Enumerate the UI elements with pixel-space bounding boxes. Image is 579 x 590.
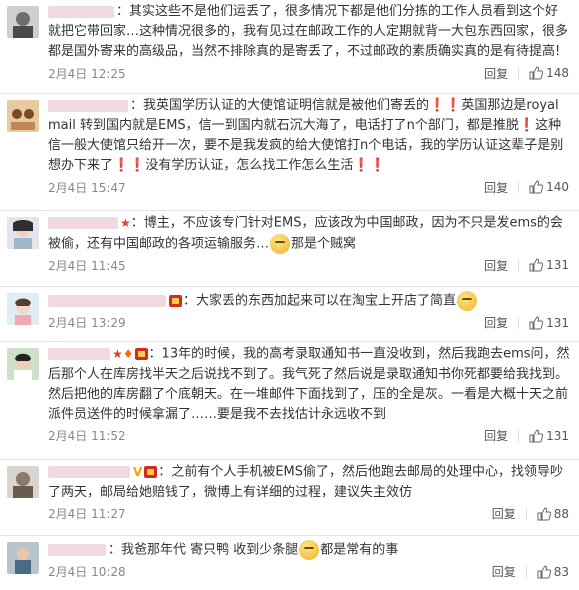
timestamp: 2月4日 10:28 <box>48 565 126 579</box>
comment-actions: 回复 131 <box>484 314 569 331</box>
reply-button[interactable]: 回复 <box>484 65 508 82</box>
comment-meta: 2月4日 12:25 回复 148 <box>48 62 579 84</box>
comment-actions: 回复 88 <box>492 505 569 522</box>
comment-item: ★：博主，不应该专门针对EMS，应该改为中国邮政，因为不只是发ems的会被偷，还… <box>0 211 579 287</box>
comment-list: ：其实这些不是他们运丢了，很多情况下都是他们分拣的工作人员看到这个好 就把它带回… <box>0 0 579 590</box>
avatar[interactable] <box>7 466 39 498</box>
reply-button[interactable]: 回复 <box>484 179 508 196</box>
comment-item: ：我爸那年代 寄只鸭 收到少条腿 都是常有的事 2月4日 10:28 回复 83 <box>0 536 579 590</box>
like-button[interactable]: 88 <box>537 507 569 521</box>
comment-item: V ：之前有个人手机被EMS偷了，然后他跑去邮局的处理中心，找领导吵了两天，邮局给… <box>0 460 579 536</box>
member-badge-icon <box>144 466 158 478</box>
like-count: 88 <box>553 506 569 521</box>
timestamp: 2月4日 11:27 <box>48 507 126 521</box>
comment-actions: 回复 140 <box>484 179 569 196</box>
username[interactable] <box>48 348 110 360</box>
comment-meta: 2月4日 11:27 回复 88 <box>48 503 579 525</box>
like-button[interactable]: 140 <box>529 180 569 194</box>
like-button[interactable]: 131 <box>529 316 569 330</box>
comment-content: ★♦ ：13年的时候，我的高考录取通知书一直没收到，然后我跑去ems问，然后那个人… <box>48 346 570 422</box>
like-count: 148 <box>546 66 569 80</box>
reply-button[interactable]: 回复 <box>484 257 508 274</box>
avatar[interactable] <box>7 6 39 38</box>
timestamp: 2月4日 13:29 <box>48 316 126 330</box>
member-badge-icon <box>134 348 148 360</box>
timestamp: 2月4日 12:25 <box>48 66 126 81</box>
divider <box>518 429 520 442</box>
avatar[interactable] <box>7 217 39 249</box>
reply-button[interactable]: 回复 <box>492 563 516 580</box>
thumb-up-icon <box>529 180 544 194</box>
like-count: 140 <box>546 180 569 194</box>
comment-actions: 回复 148 <box>484 65 569 82</box>
comment-content: ：我英国学历认证的大使馆证明信就是被他们寄丢的❗❗英国那边是royal mail… <box>48 98 564 173</box>
thumb-up-icon <box>529 66 544 80</box>
smiley-emoji-icon <box>299 540 320 560</box>
like-count: 131 <box>546 315 569 330</box>
like-button[interactable]: 83 <box>537 565 569 579</box>
thumb-up-icon <box>537 506 551 520</box>
divider <box>518 316 520 329</box>
comment-meta: 2月4日 11:45 回复 131 <box>48 254 579 276</box>
divider <box>518 259 520 271</box>
comment-item: ：其实这些不是他们运丢了，很多情况下都是他们分拣的工作人员看到这个好 就把它带回… <box>0 0 579 94</box>
fire-badge-icon: ♦ <box>122 347 134 361</box>
comment-actions: 回复 83 <box>492 563 569 580</box>
thumb-up-icon <box>529 428 544 442</box>
comment-item: ★♦ ：13年的时候，我的高考录取通知书一直没收到，然后我跑去ems问，然后那个人… <box>0 342 579 460</box>
comment-item: ：我英国学历认证的大使馆证明信就是被他们寄丢的❗❗英国那边是royal mail… <box>0 94 579 211</box>
comment-content: ：大家丢的东西加起来可以在淘宝上开店了简直 <box>48 287 579 312</box>
username[interactable] <box>48 217 118 229</box>
star-badge-icon: ★ <box>112 347 123 361</box>
comment-text-tail: 都是常有的事 <box>320 542 399 558</box>
timestamp: 2月4日 11:52 <box>48 429 126 443</box>
comment-meta: 2月4日 11:52 回复 131 <box>48 425 579 447</box>
comment-actions: 回复 131 <box>484 257 569 274</box>
reply-button[interactable]: 回复 <box>484 427 508 444</box>
avatar[interactable] <box>7 293 39 325</box>
star-badge-icon: ★ <box>120 216 131 230</box>
divider <box>518 181 520 193</box>
smiley-emoji-icon <box>270 233 291 254</box>
like-button[interactable]: 148 <box>529 66 569 80</box>
reply-button[interactable]: 回复 <box>492 505 516 522</box>
comment-meta: 2月4日 10:28 回复 83 <box>48 561 579 583</box>
comment-content: ：其实这些不是他们运丢了，很多情况下都是他们分拣的工作人员看到这个好 就把它带回… <box>48 4 569 59</box>
comment-text-tail: 那是个贼窝 <box>291 236 357 251</box>
reply-button[interactable]: 回复 <box>484 314 508 331</box>
timestamp: 2月4日 15:47 <box>48 180 126 195</box>
divider <box>518 67 520 79</box>
like-count: 83 <box>553 564 569 579</box>
comment-content: V ：之前有个人手机被EMS偷了，然后他跑去邮局的处理中心，找领导吵了两天，邮局给… <box>48 460 579 503</box>
avatar[interactable] <box>7 100 39 132</box>
member-badge-icon <box>169 295 182 307</box>
divider <box>525 507 527 520</box>
like-button[interactable]: 131 <box>529 258 569 272</box>
comment-content: ：我爸那年代 寄只鸭 收到少条腿 都是常有的事 <box>48 536 579 561</box>
thumb-up-icon <box>529 258 544 272</box>
like-count: 131 <box>546 258 569 272</box>
comment-content: ★：博主，不应该专门针对EMS，应该改为中国邮政，因为不只是发ems的会被偷，还… <box>48 211 579 254</box>
comment-meta: 2月4日 13:29 回复 131 <box>48 312 579 334</box>
username[interactable] <box>48 295 166 307</box>
smiley-emoji-icon <box>457 291 478 311</box>
thumb-up-icon <box>537 564 551 578</box>
like-button[interactable]: 131 <box>529 429 569 443</box>
avatar[interactable] <box>7 348 39 380</box>
comment-meta: 2月4日 15:47 回复 140 <box>48 176 579 198</box>
divider <box>525 565 527 578</box>
username[interactable] <box>48 544 106 556</box>
comment-text: 大家丢的东西加起来可以在淘宝上开店了简直 <box>196 293 457 309</box>
like-count: 131 <box>546 428 569 443</box>
comment-item: ：大家丢的东西加起来可以在淘宝上开店了简直 2月4日 13:29 回复 131 <box>0 287 579 342</box>
comment-actions: 回复 131 <box>484 427 569 444</box>
verified-v-icon: V <box>133 465 143 479</box>
avatar[interactable] <box>7 542 39 574</box>
username[interactable] <box>48 466 130 478</box>
timestamp: 2月4日 11:45 <box>48 258 126 273</box>
thumb-up-icon <box>529 315 544 329</box>
username[interactable] <box>48 99 128 112</box>
username[interactable] <box>48 5 114 18</box>
comment-text: 我爸那年代 寄只鸭 收到少条腿 <box>121 542 299 558</box>
